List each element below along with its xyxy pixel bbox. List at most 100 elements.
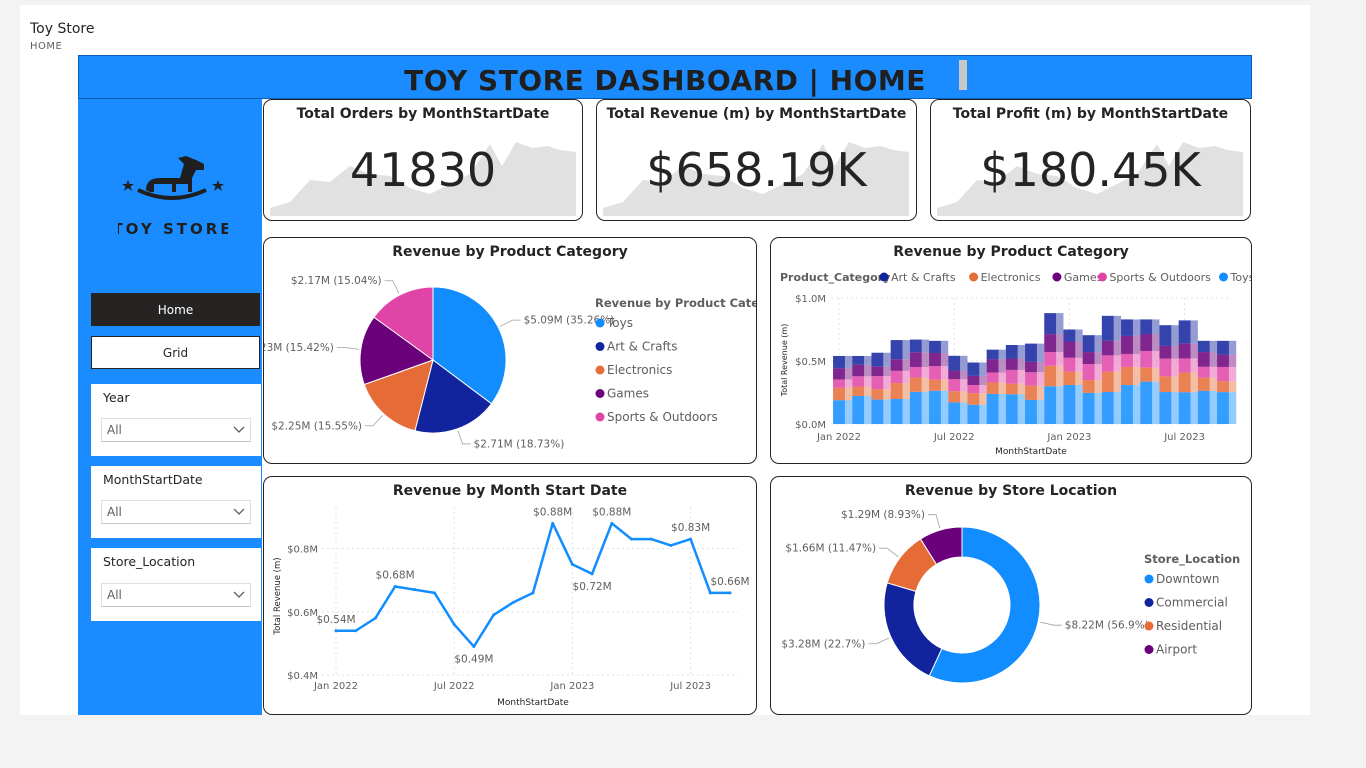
- ribbon-segment: [1159, 376, 1172, 393]
- ribbon-segment: [1025, 372, 1037, 386]
- legend-item: Residential: [1156, 619, 1222, 633]
- ribbon-connector: [1017, 394, 1026, 424]
- ribbon-connector: [1228, 381, 1237, 393]
- ribbon-connector: [960, 402, 968, 424]
- ribbon-segment: [1025, 385, 1037, 400]
- ribbon-segment: [1197, 352, 1210, 367]
- ribbon-connector: [902, 399, 910, 424]
- leader-line: [499, 319, 521, 327]
- ribbon-connector: [1152, 381, 1160, 424]
- ribbon-segment: [890, 359, 903, 371]
- month-start-date-dropdown[interactable]: All: [101, 500, 251, 524]
- ribbon-segment: [852, 364, 865, 377]
- kpi-card-revenue[interactable]: Total Revenue (m) by MonthStartDate $658…: [596, 99, 917, 221]
- ribbon-segment: [1044, 313, 1057, 335]
- kpi-card-orders[interactable]: Total Orders by MonthStartDate 41830: [263, 99, 583, 221]
- ribbon-segment: [967, 375, 980, 386]
- x-tick-label: Jan 2022: [313, 681, 358, 692]
- ribbon-segment: [1140, 367, 1153, 382]
- data-label: $3.28M (22.7%): [781, 638, 865, 650]
- data-label: $1.66M (11.47%): [785, 543, 876, 555]
- x-axis-title: MonthStartDate: [497, 698, 569, 708]
- ribbon-connector: [1113, 340, 1122, 356]
- ribbon-connector: [1036, 385, 1045, 400]
- kpi-title: Total Profit (m) by MonthStartDate: [952, 106, 1229, 122]
- donut-chart-card[interactable]: Revenue by Store Location $8.22M (56.9%)…: [770, 476, 1252, 715]
- ribbon-segment: [871, 352, 884, 367]
- ribbon-connector: [1171, 358, 1179, 377]
- ribbon-segment: [1217, 381, 1229, 393]
- ribbon-segment: [1025, 361, 1037, 373]
- legend-marker: [1144, 621, 1154, 631]
- ribbon-connector: [921, 352, 930, 367]
- legend-marker: [595, 342, 605, 351]
- line-chart: $0.4M$0.6M$0.8MJan 2022 Jul 2022 Jan 2023 J…: [273, 506, 750, 708]
- ribbon-segment: [1140, 350, 1153, 368]
- series-line: [336, 522, 730, 648]
- leader-line: [1040, 621, 1062, 626]
- pie-chart-card[interactable]: Revenue by Product Category $5.09M (35.2…: [263, 237, 757, 464]
- slicer-label: MonthStartDate: [103, 472, 203, 487]
- data-point: [590, 572, 594, 576]
- ribbon-connector: [1190, 358, 1198, 373]
- legend-marker: [1144, 574, 1154, 584]
- ribbon-connector: [1209, 390, 1218, 424]
- x-tick-label: Jan 2023: [1046, 432, 1091, 443]
- x-tick-label: Jul 2022: [433, 681, 475, 692]
- ribbon-segment: [1082, 352, 1095, 365]
- ribbon-segment: [1159, 392, 1172, 424]
- ribbon-connector: [998, 349, 1006, 360]
- year-dropdown[interactable]: All: [101, 418, 251, 442]
- legend-marker: [1052, 272, 1062, 282]
- data-point: [492, 613, 496, 617]
- ribbon-connector: [1132, 319, 1141, 336]
- ribbon-segment: [929, 352, 941, 367]
- y-tick-label: $0.0M: [795, 420, 826, 431]
- ribbon-segment: [1005, 369, 1018, 384]
- ribbon-connector: [1190, 392, 1198, 424]
- ribbon-chart-card[interactable]: Revenue by Product Category Product_Cate…: [770, 237, 1252, 464]
- ribbon-segment: [967, 385, 980, 394]
- data-label: $2.23M (15.42%): [264, 342, 334, 354]
- ribbon-connector: [844, 355, 853, 369]
- dropdown-value: All: [107, 423, 122, 437]
- ribbon-segment: [1121, 385, 1133, 424]
- ribbon-connector: [864, 355, 872, 365]
- data-point: [708, 591, 712, 595]
- store-location-dropdown[interactable]: All: [101, 583, 251, 607]
- home-button[interactable]: Home: [91, 293, 260, 326]
- ribbon-segment: [1101, 340, 1114, 356]
- ribbon-connector: [979, 385, 987, 394]
- ribbon-connector: [998, 382, 1006, 394]
- ribbon-connector: [1171, 345, 1179, 359]
- legend-item: Games: [1064, 271, 1103, 284]
- ribbon-connector: [1036, 343, 1045, 362]
- ribbon-segment: [1178, 358, 1191, 373]
- ribbon-connector: [1190, 372, 1198, 393]
- ribbon-segment: [1005, 344, 1018, 359]
- grid-button[interactable]: Grid: [91, 336, 260, 369]
- ribbon-segment: [1044, 352, 1057, 366]
- ribbon-segment: [1044, 386, 1057, 424]
- data-point: [728, 591, 732, 595]
- kpi-title: Total Orders by MonthStartDate: [296, 106, 550, 122]
- ribbon-connector: [940, 379, 949, 391]
- ribbon-connector: [1075, 384, 1083, 424]
- data-label: $0.88M: [592, 506, 631, 518]
- line-chart-card[interactable]: Revenue by Month Start Date $0.4M $0.6M $0…: [263, 476, 757, 715]
- ribbon-connector: [960, 391, 968, 403]
- ribbon-segment: [1197, 366, 1210, 378]
- ribbon-segment: [871, 389, 884, 400]
- y-axis-title: Total Revenue (m): [780, 324, 789, 398]
- ribbon-connector: [1056, 365, 1064, 387]
- ribbon-segment: [1197, 377, 1210, 391]
- ribbon-segment: [871, 366, 884, 377]
- ribbon-segment: [833, 400, 845, 424]
- ribbon-connector: [940, 390, 949, 424]
- ribbon-segment: [929, 366, 941, 380]
- ribbon-connector: [1209, 377, 1218, 391]
- data-point: [551, 521, 555, 525]
- kpi-card-profit[interactable]: Total Profit (m) by MonthStartDate $180.…: [930, 99, 1251, 221]
- data-label: $2.17M (15.04%): [291, 275, 382, 287]
- ribbon-segment: [909, 366, 922, 378]
